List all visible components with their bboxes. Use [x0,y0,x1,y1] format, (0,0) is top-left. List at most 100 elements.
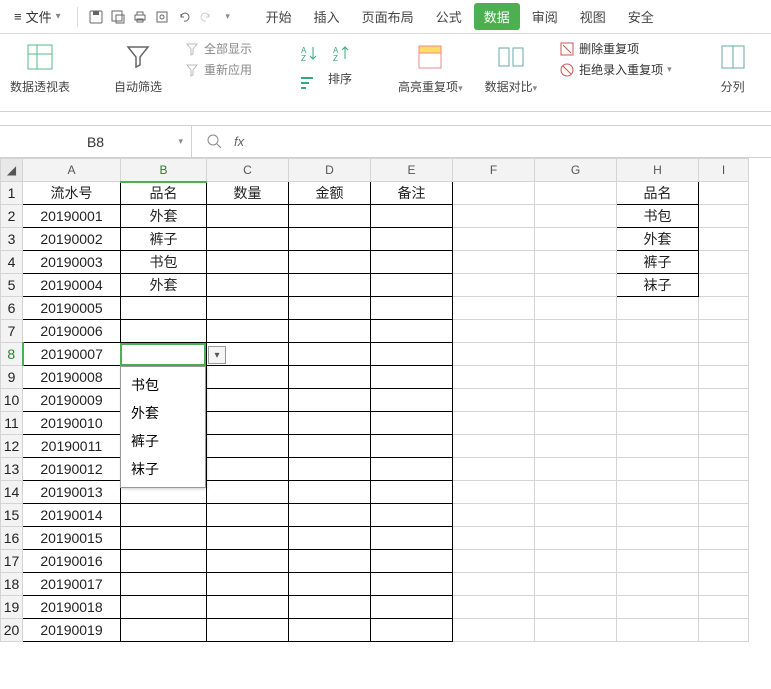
cell[interactable]: 20190010 [23,412,121,435]
cell[interactable] [289,320,371,343]
cell[interactable]: 20190015 [23,527,121,550]
menu-start[interactable]: 开始 [256,3,302,30]
dropdown-option[interactable]: 裤子 [121,427,205,455]
menu-pagelayout[interactable]: 页面布局 [352,3,424,30]
cell[interactable] [207,297,289,320]
row-header[interactable]: 13 [1,458,23,481]
row-header[interactable]: 4 [1,251,23,274]
cell[interactable] [207,596,289,619]
cell[interactable] [207,205,289,228]
cell[interactable] [371,412,453,435]
cell[interactable] [535,343,617,366]
cell[interactable] [207,412,289,435]
cell[interactable] [289,435,371,458]
cell[interactable] [535,366,617,389]
cell[interactable] [453,320,535,343]
dropdown-icon[interactable]: ▾ [218,7,238,27]
cell[interactable] [371,527,453,550]
undo-icon[interactable] [174,7,194,27]
cell[interactable] [121,504,207,527]
cell[interactable]: 金额 [289,182,371,205]
cell[interactable] [453,527,535,550]
cell[interactable] [453,251,535,274]
cell[interactable]: 20190016 [23,550,121,573]
redo-icon[interactable] [196,7,216,27]
cell[interactable] [289,228,371,251]
row-header[interactable]: 6 [1,297,23,320]
cell[interactable] [207,435,289,458]
cell[interactable] [207,458,289,481]
cell[interactable] [289,527,371,550]
reapply-button[interactable]: 重新应用 [184,61,252,78]
cell[interactable] [535,596,617,619]
grid-table[interactable]: ◢ A B C D E F G H I 1流水号品名数量金额备注品名220190… [0,158,749,642]
cell[interactable]: 20190006 [23,320,121,343]
cell[interactable] [617,389,699,412]
cell[interactable] [371,228,453,251]
cell[interactable] [289,274,371,297]
cell[interactable] [371,504,453,527]
cell[interactable]: 20190017 [23,573,121,596]
cell[interactable] [207,251,289,274]
cell[interactable] [699,297,749,320]
cell[interactable] [289,458,371,481]
cell[interactable] [121,619,207,642]
cell[interactable] [617,412,699,435]
cell[interactable] [699,481,749,504]
cell[interactable] [617,297,699,320]
cell[interactable] [699,458,749,481]
cell[interactable]: 20190011 [23,435,121,458]
cell[interactable] [699,205,749,228]
cell[interactable]: 裤子 [121,228,207,251]
cell[interactable] [121,320,207,343]
pivot-table-button[interactable]: 数据透视表 [10,40,70,95]
cell[interactable] [617,435,699,458]
cell[interactable] [535,435,617,458]
cell[interactable]: 20190007 [23,343,121,366]
row-header[interactable]: 15 [1,504,23,527]
print-preview-icon[interactable] [152,7,172,27]
cell[interactable] [453,573,535,596]
cell[interactable] [289,412,371,435]
cell[interactable] [371,550,453,573]
highlight-dup-button[interactable]: 高亮重复项▾ [398,40,463,95]
sort-asc-icon[interactable]: AZ [296,40,322,66]
cell[interactable] [535,619,617,642]
cell[interactable] [617,573,699,596]
cell[interactable] [289,596,371,619]
cell[interactable] [207,320,289,343]
cell[interactable] [453,596,535,619]
data-compare-button[interactable]: 数据对比▾ [485,40,538,95]
cell[interactable] [535,550,617,573]
cell[interactable] [207,481,289,504]
cell[interactable] [699,550,749,573]
cell[interactable] [535,504,617,527]
cell[interactable] [699,274,749,297]
cell[interactable] [453,389,535,412]
cell[interactable] [453,205,535,228]
cell[interactable] [207,389,289,412]
save-as-icon[interactable] [108,7,128,27]
reject-dup-button[interactable]: 拒绝录入重复项▾ [559,61,672,78]
cell[interactable]: 书包 [121,251,207,274]
col-header-I[interactable]: I [699,159,749,182]
row-header[interactable]: 2 [1,205,23,228]
col-header-B[interactable]: B [121,159,207,182]
cell[interactable] [289,297,371,320]
row-header[interactable]: 17 [1,550,23,573]
cell[interactable]: 20190009 [23,389,121,412]
dropdown-option[interactable]: 袜子 [121,455,205,483]
cell[interactable] [207,550,289,573]
cell[interactable] [535,573,617,596]
menu-formula[interactable]: 公式 [426,3,472,30]
cell[interactable] [535,527,617,550]
row-header[interactable]: 10 [1,389,23,412]
cell[interactable] [453,274,535,297]
cell[interactable] [207,274,289,297]
cell[interactable] [371,596,453,619]
cell[interactable] [453,481,535,504]
cell[interactable] [617,504,699,527]
cell[interactable]: 20190005 [23,297,121,320]
cell[interactable] [617,366,699,389]
cell[interactable] [535,412,617,435]
